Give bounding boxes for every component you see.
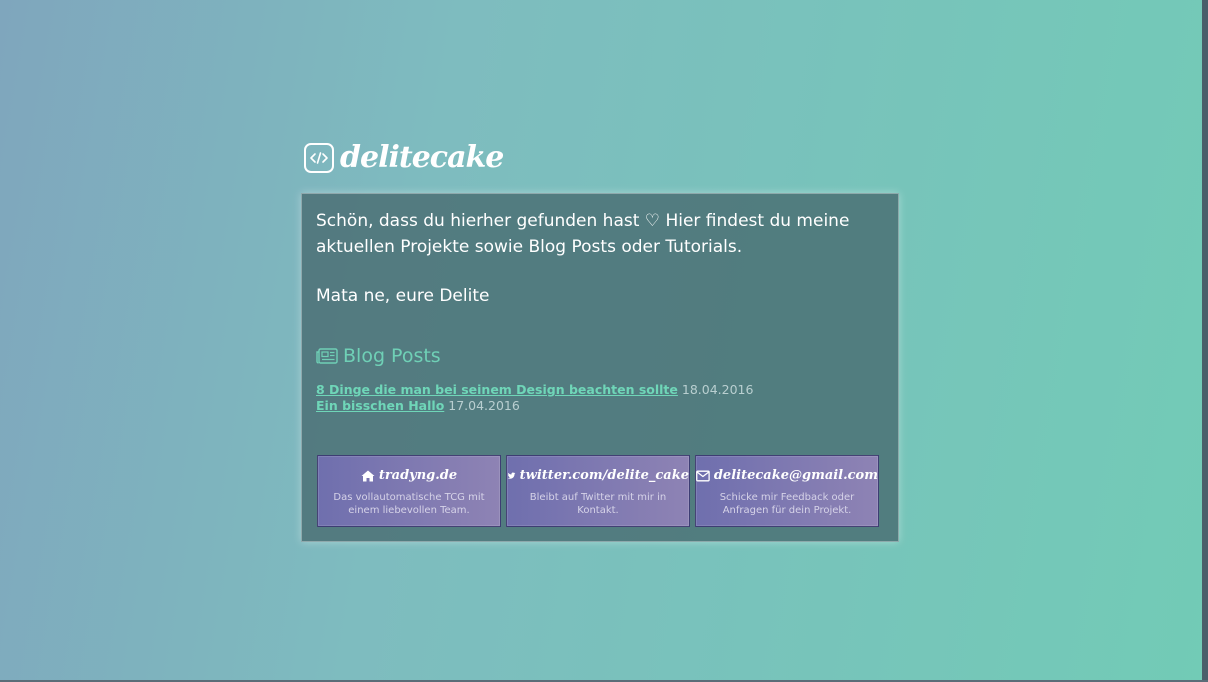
blog-heading-label: Blog Posts — [343, 345, 441, 367]
twitter-icon — [507, 472, 516, 479]
home-icon — [361, 470, 375, 482]
intro-card: Schön, dass du hierher gefunden hast ♡ H… — [301, 193, 899, 542]
tile-title: tradyng.de — [318, 467, 500, 485]
blog-post-list: 8 Dinge die man bei seinem Design beacht… — [316, 382, 753, 414]
tile-label: twitter.com/delite_cake — [519, 468, 689, 483]
list-item: 8 Dinge die man bei seinem Design beacht… — [316, 382, 753, 398]
site-logo[interactable]: delitecake — [304, 140, 504, 176]
link-tiles: tradyng.de Das vollautomatische TCG mit … — [317, 455, 879, 527]
blog-post-link[interactable]: Ein bisschen Hallo — [316, 398, 444, 413]
list-item: Ein bisschen Hallo 17.04.2016 — [316, 398, 753, 414]
tile-label: tradyng.de — [378, 468, 458, 483]
tile-description: Das vollautomatische TCG mit einem liebe… — [333, 492, 485, 516]
envelope-icon — [696, 470, 710, 482]
intro-text: Schön, dass du hierher gefunden hast ♡ H… — [316, 211, 850, 257]
signoff-text: Mata ne, eure Delite — [316, 286, 490, 306]
tile-label: delitecake@gmail.com — [713, 468, 878, 483]
blog-post-date: 17.04.2016 — [448, 398, 520, 413]
tile-description: Schicke mir Feedback oder Anfragen für d… — [719, 492, 855, 516]
newspaper-icon — [316, 348, 338, 364]
code-brackets-icon — [304, 143, 334, 173]
twitter-link-tile[interactable]: twitter.com/delite_cake Bleibt auf Twitt… — [506, 455, 690, 527]
tradyng-link-tile[interactable]: tradyng.de Das vollautomatische TCG mit … — [317, 455, 501, 527]
blog-post-link[interactable]: 8 Dinge die man bei seinem Design beacht… — [316, 382, 678, 397]
blog-post-date: 18.04.2016 — [681, 382, 754, 397]
tile-title: twitter.com/delite_cake — [507, 467, 689, 485]
tile-description: Bleibt auf Twitter mit mir in Kontakt. — [529, 492, 667, 516]
tile-title: delitecake@gmail.com — [696, 467, 878, 485]
brand-name: delitecake — [340, 140, 504, 175]
email-link-tile[interactable]: delitecake@gmail.com Schicke mir Feedbac… — [695, 455, 879, 527]
blog-posts-heading: Blog Posts — [316, 343, 441, 369]
window-edge — [1202, 0, 1208, 682]
